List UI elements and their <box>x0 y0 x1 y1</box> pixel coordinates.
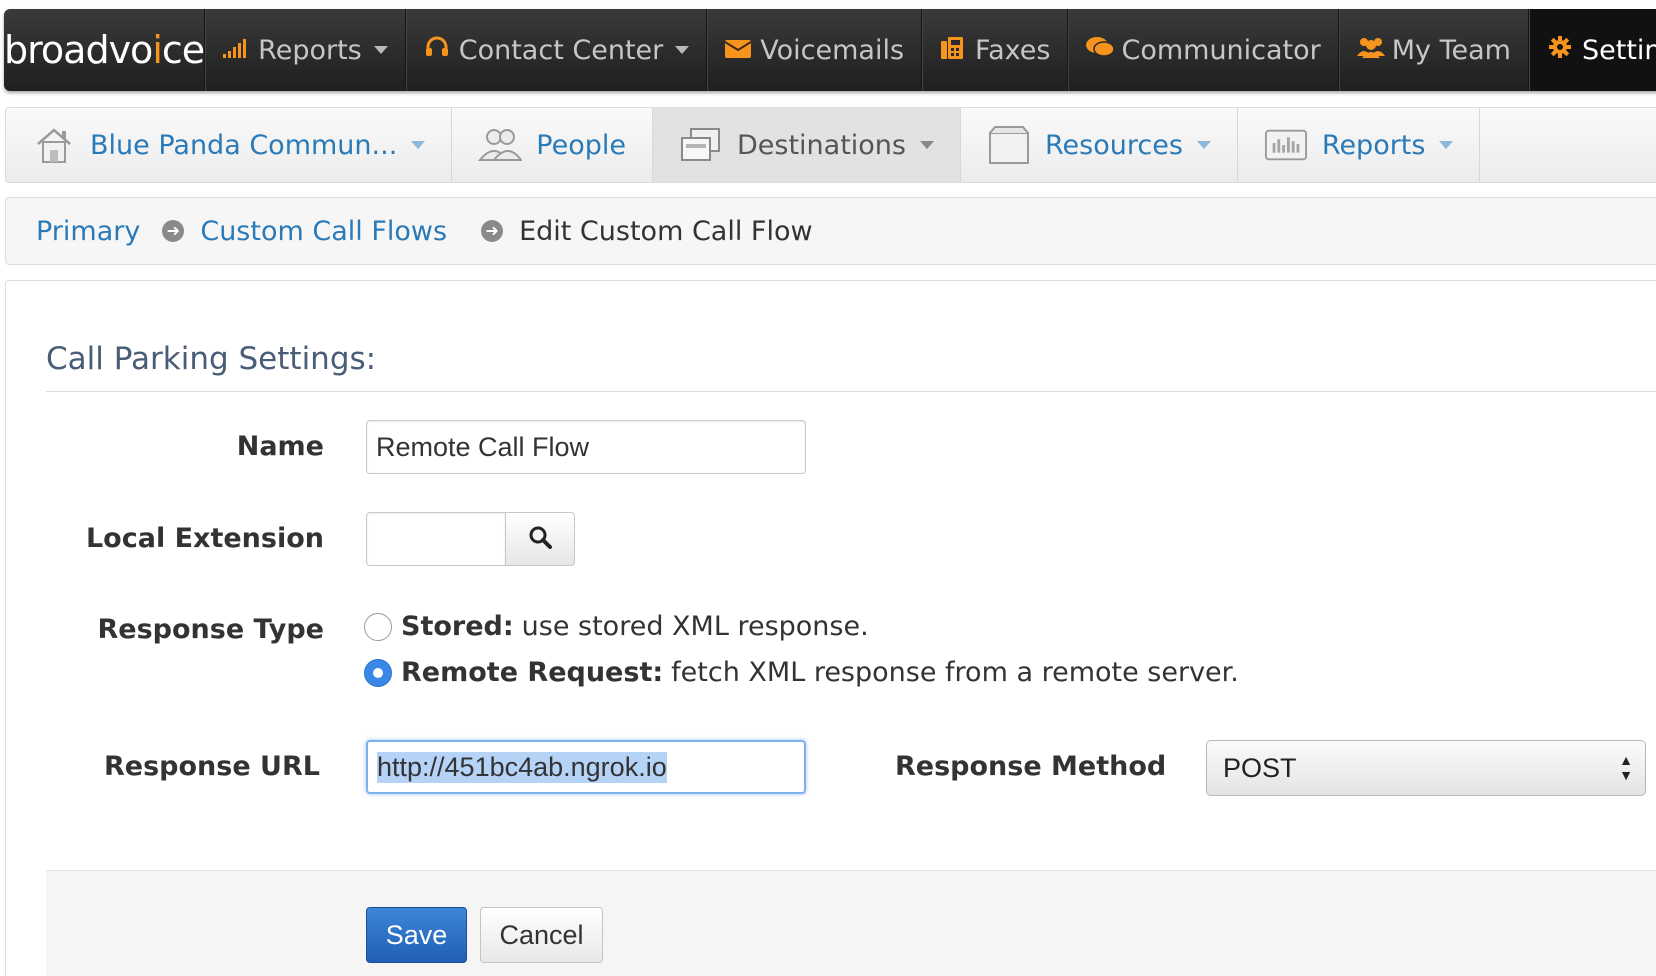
subnav-account-label: Blue Panda Commun... <box>90 129 398 161</box>
envelope-icon <box>724 36 752 64</box>
extension-search-button[interactable] <box>505 512 575 566</box>
nav-faxes[interactable]: Faxes <box>922 9 1069 91</box>
chevron-down-icon <box>1439 141 1454 149</box>
subnav-reports-label: Reports <box>1321 129 1426 161</box>
house-icon <box>32 126 76 164</box>
top-navbar: broadvo i ce Reports Contact Center Voicem… <box>4 9 1656 91</box>
local-extension-input[interactable] <box>366 512 506 566</box>
nav-faxes-label: Faxes <box>975 34 1051 66</box>
subnav-people-label: People <box>536 129 626 161</box>
local-extension-label: Local Extension <box>85 523 324 554</box>
remote-request-radio[interactable] <box>364 658 392 687</box>
arrow-right-circle-icon: ➜ <box>162 220 185 242</box>
subnav-account[interactable]: Blue Panda Commun... <box>6 108 453 182</box>
nav-communicator-label: Communicator <box>1121 34 1321 66</box>
chevron-down-icon <box>920 141 934 149</box>
breadcrumb-current: Edit Custom Call Flow <box>519 215 813 247</box>
remote-option-description: fetch XML response from a remote server. <box>671 657 1239 688</box>
breadcrumb-primary[interactable]: Primary <box>36 216 140 247</box>
response-method-value: POST <box>1223 752 1297 783</box>
subnav-reports[interactable]: Reports <box>1238 108 1481 182</box>
subnav-resources[interactable]: Resources <box>961 108 1238 182</box>
nav-reports[interactable]: Reports <box>205 9 406 91</box>
nav-my-team-label: My Team <box>1391 34 1511 66</box>
section-title: Call Parking Settings: <box>46 341 377 377</box>
nav-communicator[interactable]: Communicator <box>1068 9 1339 91</box>
nav-voicemails[interactable]: Voicemails <box>707 9 923 91</box>
destinations-icon <box>679 126 723 164</box>
response-type-label: Response Type <box>97 614 324 645</box>
nav-reports-label: Reports <box>258 34 362 66</box>
response-url-value: http://451bc4ab.ngrok.io <box>377 751 667 783</box>
chevron-down-icon <box>1196 141 1211 149</box>
stored-radio[interactable] <box>364 612 392 641</box>
response-type-remote-option[interactable]: Remote Request: fetch XML response from … <box>364 657 1239 688</box>
save-button[interactable]: Save <box>366 907 467 963</box>
subnav-destinations-label: Destinations <box>736 129 906 161</box>
stored-option-title: Stored: <box>401 611 514 642</box>
subnav-destinations[interactable]: Destinations <box>652 108 961 182</box>
cancel-button[interactable]: Cancel <box>480 907 603 963</box>
chevron-down-icon <box>373 46 388 54</box>
response-method-label: Response Method <box>895 751 1167 782</box>
breadcrumb: Primary ➜ Custom Call Flows ➜ Edit Custo… <box>5 197 1656 265</box>
chevron-down-icon <box>675 46 690 54</box>
response-method-select[interactable]: POST ▲ ▼ <box>1206 740 1646 796</box>
breadcrumb-custom-call-flows[interactable]: Custom Call Flows <box>200 216 447 247</box>
form-actions: Save Cancel <box>46 870 1656 976</box>
fax-icon <box>940 35 966 65</box>
chevron-down-icon <box>411 141 426 149</box>
signal-bars-icon <box>223 36 249 64</box>
nav-contact-center[interactable]: Contact Center <box>405 9 708 91</box>
arrow-right-circle-icon: ➜ <box>481 220 504 242</box>
nav-my-team[interactable]: My Team <box>1338 9 1529 91</box>
group-icon <box>1356 36 1385 64</box>
name-input[interactable]: Remote Call Flow <box>366 420 806 474</box>
response-type-stored-option[interactable]: Stored: use stored XML response. <box>364 611 869 642</box>
section-divider <box>46 391 1656 392</box>
select-arrows-icon: ▲ ▼ <box>1619 752 1633 783</box>
subnav-resources-label: Resources <box>1045 129 1183 161</box>
headset-icon <box>424 36 450 64</box>
broadvoice-logo[interactable]: broadvo i ce <box>4 9 205 91</box>
remote-option-title: Remote Request: <box>401 657 664 688</box>
nav-voicemails-label: Voicemails <box>760 34 905 66</box>
chat-bubbles-icon <box>1086 36 1116 64</box>
search-icon <box>528 525 552 553</box>
report-chart-icon <box>1264 126 1308 164</box>
nav-settings-label: Settings <box>1582 34 1656 66</box>
nav-contact-center-label: Contact Center <box>458 34 664 66</box>
name-input-value: Remote Call Flow <box>376 431 590 462</box>
box-icon <box>987 126 1031 164</box>
name-label: Name <box>236 431 324 462</box>
sub-navbar: Blue Panda Commun... People Destinations… <box>5 107 1656 183</box>
response-url-input[interactable]: http://451bc4ab.ngrok.io <box>366 740 806 794</box>
stored-option-description: use stored XML response. <box>521 611 869 642</box>
people-icon <box>478 126 523 164</box>
gear-icon <box>1547 35 1573 65</box>
subnav-people[interactable]: People <box>452 108 653 182</box>
call-flow-form-panel: Call Parking Settings: Name Remote Call … <box>5 280 1656 976</box>
nav-settings[interactable]: Settings <box>1529 9 1656 91</box>
response-url-label: Response URL <box>104 751 320 782</box>
